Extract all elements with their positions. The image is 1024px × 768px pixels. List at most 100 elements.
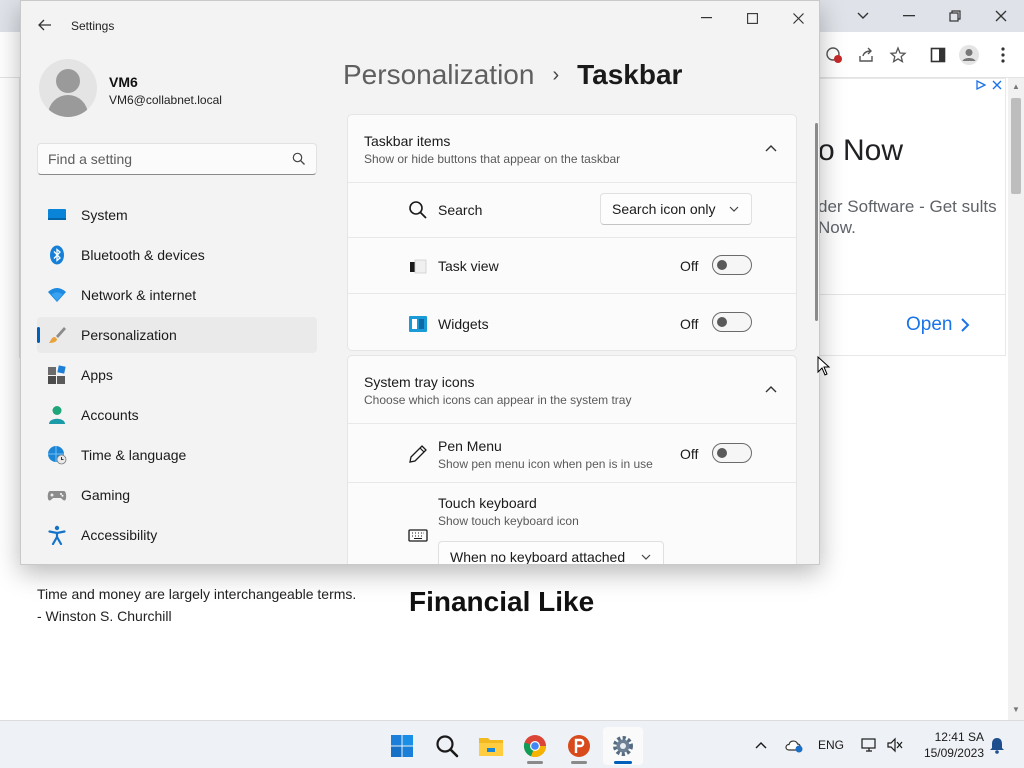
browser-restore-button[interactable] xyxy=(932,0,978,32)
side-panel-icon[interactable] xyxy=(927,44,949,66)
system-tray-header[interactable]: System tray icons Choose which icons can… xyxy=(348,356,796,423)
chevron-up-icon xyxy=(755,742,767,749)
nav-item-accounts[interactable]: Accounts xyxy=(37,397,317,433)
toggle-knob xyxy=(717,448,727,458)
search-icon[interactable] xyxy=(292,152,306,166)
ad-open-button[interactable]: Open xyxy=(906,314,970,336)
nav-item-accessibility[interactable]: Accessibility xyxy=(37,517,317,553)
clock-date: 15/09/2023 xyxy=(923,746,984,760)
taskbar-clock[interactable]: 12:41 SA 15/09/2023 xyxy=(914,729,984,761)
nav-item-time-language[interactable]: Time & language xyxy=(37,437,317,473)
chevron-down-icon xyxy=(729,206,739,212)
share-icon[interactable] xyxy=(855,44,877,66)
row-pen-menu: Pen Menu Show pen menu icon when pen is … xyxy=(348,423,796,482)
settings-nav: System Bluetooth & devices Network & int… xyxy=(37,197,317,557)
settings-window: Settings VM6 VM6@collabnet.local System … xyxy=(20,0,820,565)
network-tray-icon[interactable] xyxy=(858,721,882,768)
taskbar-items-header[interactable]: Taskbar items Show or hide buttons that … xyxy=(348,115,796,182)
app-p-button[interactable] xyxy=(559,727,599,765)
accessibility-icon xyxy=(48,525,66,545)
app-p-icon xyxy=(568,735,590,757)
notifications-button[interactable] xyxy=(986,721,1008,768)
find-setting-input[interactable] xyxy=(48,151,278,167)
content-scrollbar[interactable] xyxy=(815,123,818,321)
browser-minimize-button[interactable] xyxy=(886,0,932,32)
ad-divider xyxy=(806,294,1006,295)
nav-item-personalization[interactable]: Personalization xyxy=(37,317,317,353)
minimize-button[interactable] xyxy=(683,1,729,35)
running-indicator xyxy=(527,761,543,764)
row-widgets: Widgets Off xyxy=(348,293,796,351)
row-label: Search xyxy=(438,202,483,218)
row-label: Touch keyboard xyxy=(438,495,537,511)
nav-label: Accounts xyxy=(81,407,139,423)
ad-headline[interactable]: o Now xyxy=(818,134,903,168)
collapse-system-tray-button[interactable] xyxy=(760,378,782,400)
avatar-body xyxy=(48,95,88,117)
settings-app-button[interactable] xyxy=(603,727,643,765)
page-title: Taskbar xyxy=(577,59,683,90)
pen-menu-toggle[interactable] xyxy=(712,443,752,463)
page-left-column xyxy=(0,78,20,358)
tab-search-icon[interactable] xyxy=(840,0,886,32)
start-button[interactable] xyxy=(382,727,422,765)
collapse-taskbar-items-button[interactable] xyxy=(760,137,782,159)
nav-item-bluetooth[interactable]: Bluetooth & devices xyxy=(37,237,317,273)
maximize-button[interactable] xyxy=(729,1,775,35)
card-subtitle: Show or hide buttons that appear on the … xyxy=(364,152,621,166)
quote-author: - Winston S. Churchill xyxy=(37,608,172,624)
row-task-view: Task view Off xyxy=(348,237,796,293)
ad-choices-icon[interactable] xyxy=(976,80,1002,90)
dropdown-value: When no keyboard attached xyxy=(450,549,626,565)
browser-close-button[interactable] xyxy=(978,0,1024,32)
task-view-toggle[interactable] xyxy=(712,255,752,275)
nav-item-system[interactable]: System xyxy=(37,197,317,233)
file-explorer-button[interactable] xyxy=(471,727,511,765)
pen-icon xyxy=(409,445,427,463)
page-scrollbar[interactable]: ▲ ▼ xyxy=(1008,78,1024,720)
row-touch-keyboard: Touch keyboard Show touch keyboard icon … xyxy=(348,482,796,565)
back-arrow-icon xyxy=(38,19,51,31)
scroll-down-icon[interactable]: ▼ xyxy=(1012,705,1020,714)
close-icon xyxy=(792,12,804,24)
advertisement[interactable]: o Now der Software - Get sults Now. Open xyxy=(806,78,1006,356)
apps-icon xyxy=(48,365,66,384)
site-settings-icon[interactable] xyxy=(823,44,845,66)
search-mode-dropdown[interactable]: Search icon only xyxy=(600,193,752,225)
back-button[interactable] xyxy=(35,15,55,35)
language-indicator[interactable]: ENG xyxy=(814,721,848,768)
scroll-thumb[interactable] xyxy=(1011,98,1021,194)
search-icon xyxy=(409,201,427,219)
browser-menu-icon[interactable] xyxy=(992,44,1014,66)
nav-label: Bluetooth & devices xyxy=(81,247,205,263)
row-label: Widgets xyxy=(438,316,489,332)
touch-keyboard-dropdown[interactable]: When no keyboard attached xyxy=(438,541,664,565)
toggle-knob xyxy=(717,260,727,270)
nav-label: Gaming xyxy=(81,487,131,503)
chrome-button[interactable] xyxy=(515,727,555,765)
windows-logo-icon xyxy=(391,735,413,757)
close-button[interactable] xyxy=(775,1,819,35)
widgets-toggle[interactable] xyxy=(712,312,752,332)
volume-tray-icon[interactable] xyxy=(884,721,906,768)
ad-open-label: Open xyxy=(906,314,953,335)
nav-item-apps[interactable]: Apps xyxy=(37,357,317,393)
speaker-muted-icon xyxy=(887,737,903,753)
nav-item-network[interactable]: Network & internet xyxy=(37,277,317,313)
folder-icon xyxy=(479,738,503,756)
gear-icon xyxy=(613,736,633,756)
show-hidden-icons-button[interactable] xyxy=(748,721,774,768)
user-avatar[interactable] xyxy=(39,59,97,117)
nav-item-gaming[interactable]: Gaming xyxy=(37,477,317,513)
find-setting-box[interactable] xyxy=(37,143,317,175)
breadcrumb-parent[interactable]: Personalization xyxy=(343,59,534,91)
onedrive-tray-icon[interactable] xyxy=(780,721,808,768)
maximize-icon xyxy=(746,12,758,24)
avatar-head xyxy=(56,69,80,93)
bookmark-star-icon[interactable] xyxy=(887,44,909,66)
taskbar-items-card: Taskbar items Show or hide buttons that … xyxy=(347,114,797,351)
profile-avatar-icon[interactable] xyxy=(958,44,980,66)
user-name: VM6 xyxy=(109,74,138,90)
taskbar-search-button[interactable] xyxy=(427,727,467,765)
scroll-up-icon[interactable]: ▲ xyxy=(1012,82,1020,91)
